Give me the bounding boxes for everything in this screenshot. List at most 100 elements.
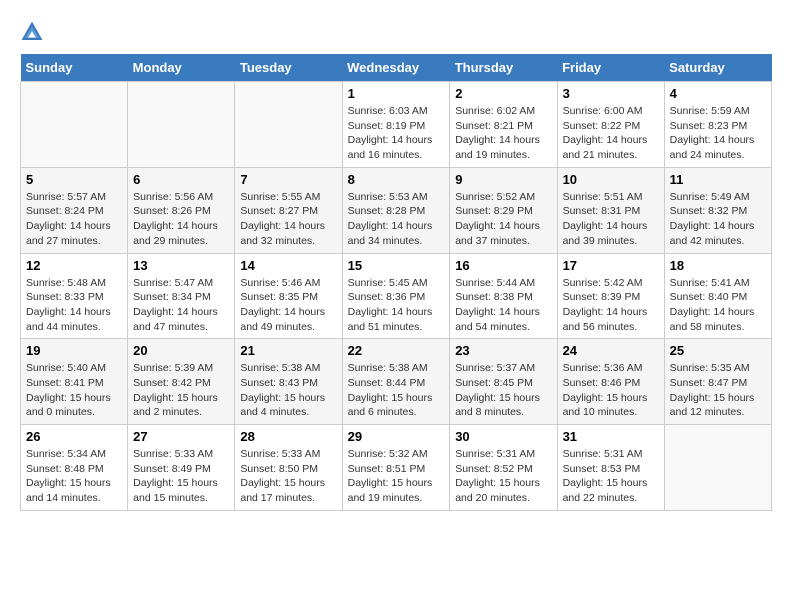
logo [20,20,48,44]
day-number: 7 [240,172,336,187]
day-number: 6 [133,172,229,187]
day-number: 11 [670,172,766,187]
calendar-cell: 9 Sunrise: 5:52 AM Sunset: 8:29 PM Daylig… [450,167,557,253]
day-info: Sunrise: 5:44 AM Sunset: 8:38 PM Dayligh… [455,276,551,335]
day-info: Sunrise: 5:38 AM Sunset: 8:43 PM Dayligh… [240,361,336,420]
page-header [20,20,772,44]
calendar-cell: 16Sunrise: 5:44 AM Sunset: 8:38 PM Dayli… [450,253,557,339]
day-info: Sunrise: 5:55 AM Sunset: 8:27 PM Dayligh… [240,190,336,249]
calendar-cell: 17 Sunrise: 5:42 AM Sunset: 8:39 PM Dayli… [557,253,664,339]
day-header-wednesday: Wednesday [342,54,450,82]
day-number: 18 [670,258,766,273]
calendar-cell: 18 Sunrise: 5:41 AM Sunset: 8:40 PM Dayli… [664,253,771,339]
day-number: 29 [348,429,445,444]
calendar-cell: 10 Sunrise: 5:51 AM Sunset: 8:31 PM Dayli… [557,167,664,253]
day-number: 21 [240,343,336,358]
day-number: 9 [455,172,551,187]
day-number: 14 [240,258,336,273]
day-number: 3 [563,86,659,101]
day-info: Sunrise: 5:40 AM Sunset: 8:41 PM Dayligh… [26,361,122,420]
calendar-cell: 7 Sunrise: 5:55 AM Sunset: 8:27 PM Daylig… [235,167,342,253]
calendar-cell [235,82,342,168]
day-info: Sunrise: 5:31 AM Sunset: 8:53 PM Dayligh… [563,447,659,506]
day-info: Sunrise: 5:39 AM Sunset: 8:42 PM Dayligh… [133,361,229,420]
day-number: 2 [455,86,551,101]
day-info: Sunrise: 5:47 AM Sunset: 8:34 PM Dayligh… [133,276,229,335]
day-header-sunday: Sunday [21,54,128,82]
calendar-cell: 3Sunrise: 6:00 AM Sunset: 8:22 PM Daylig… [557,82,664,168]
day-number: 31 [563,429,659,444]
day-number: 17 [563,258,659,273]
day-info: Sunrise: 5:37 AM Sunset: 8:45 PM Dayligh… [455,361,551,420]
day-info: Sunrise: 5:35 AM Sunset: 8:47 PM Dayligh… [670,361,766,420]
day-info: Sunrise: 5:33 AM Sunset: 8:49 PM Dayligh… [133,447,229,506]
calendar-cell: 31 Sunrise: 5:31 AM Sunset: 8:53 PM Dayli… [557,425,664,511]
calendar-header-row: SundayMondayTuesdayWednesdayThursdayFrid… [21,54,772,82]
day-number: 10 [563,172,659,187]
day-info: Sunrise: 5:53 AM Sunset: 8:28 PM Dayligh… [348,190,445,249]
calendar-week-row: 26Sunrise: 5:34 AM Sunset: 8:48 PM Dayli… [21,425,772,511]
calendar-cell: 1 Sunrise: 6:03 AM Sunset: 8:19 PM Daylig… [342,82,450,168]
day-info: Sunrise: 6:03 AM Sunset: 8:19 PM Dayligh… [348,104,445,163]
calendar-cell: 11Sunrise: 5:49 AM Sunset: 8:32 PM Dayli… [664,167,771,253]
calendar-cell: 26Sunrise: 5:34 AM Sunset: 8:48 PM Dayli… [21,425,128,511]
day-info: Sunrise: 5:56 AM Sunset: 8:26 PM Dayligh… [133,190,229,249]
day-info: Sunrise: 5:57 AM Sunset: 8:24 PM Dayligh… [26,190,122,249]
day-header-monday: Monday [128,54,235,82]
day-number: 27 [133,429,229,444]
day-number: 28 [240,429,336,444]
day-number: 30 [455,429,551,444]
day-info: Sunrise: 5:34 AM Sunset: 8:48 PM Dayligh… [26,447,122,506]
day-info: Sunrise: 5:42 AM Sunset: 8:39 PM Dayligh… [563,276,659,335]
day-number: 5 [26,172,122,187]
calendar-cell: 6 Sunrise: 5:56 AM Sunset: 8:26 PM Daylig… [128,167,235,253]
day-number: 20 [133,343,229,358]
day-info: Sunrise: 5:51 AM Sunset: 8:31 PM Dayligh… [563,190,659,249]
calendar-cell: 4Sunrise: 5:59 AM Sunset: 8:23 PM Daylig… [664,82,771,168]
day-info: Sunrise: 5:32 AM Sunset: 8:51 PM Dayligh… [348,447,445,506]
day-number: 25 [670,343,766,358]
calendar-cell [128,82,235,168]
calendar-cell: 21 Sunrise: 5:38 AM Sunset: 8:43 PM Dayli… [235,339,342,425]
day-info: Sunrise: 5:45 AM Sunset: 8:36 PM Dayligh… [348,276,445,335]
day-info: Sunrise: 6:02 AM Sunset: 8:21 PM Dayligh… [455,104,551,163]
day-number: 22 [348,343,445,358]
day-number: 13 [133,258,229,273]
calendar-body: 1 Sunrise: 6:03 AM Sunset: 8:19 PM Daylig… [21,82,772,511]
calendar-cell [664,425,771,511]
calendar-cell: 28 Sunrise: 5:33 AM Sunset: 8:50 PM Dayli… [235,425,342,511]
day-header-friday: Friday [557,54,664,82]
day-info: Sunrise: 5:46 AM Sunset: 8:35 PM Dayligh… [240,276,336,335]
calendar-week-row: 19Sunrise: 5:40 AM Sunset: 8:41 PM Dayli… [21,339,772,425]
calendar-cell: 24 Sunrise: 5:36 AM Sunset: 8:46 PM Dayli… [557,339,664,425]
calendar-cell: 14 Sunrise: 5:46 AM Sunset: 8:35 PM Dayli… [235,253,342,339]
calendar-cell: 19Sunrise: 5:40 AM Sunset: 8:41 PM Dayli… [21,339,128,425]
day-info: Sunrise: 5:41 AM Sunset: 8:40 PM Dayligh… [670,276,766,335]
calendar-cell: 27 Sunrise: 5:33 AM Sunset: 8:49 PM Dayli… [128,425,235,511]
day-number: 12 [26,258,122,273]
day-number: 24 [563,343,659,358]
day-info: Sunrise: 5:33 AM Sunset: 8:50 PM Dayligh… [240,447,336,506]
day-info: Sunrise: 5:48 AM Sunset: 8:33 PM Dayligh… [26,276,122,335]
calendar-cell [21,82,128,168]
calendar-cell: 25 Sunrise: 5:35 AM Sunset: 8:47 PM Dayli… [664,339,771,425]
calendar-week-row: 12 Sunrise: 5:48 AM Sunset: 8:33 PM Dayli… [21,253,772,339]
day-info: Sunrise: 5:36 AM Sunset: 8:46 PM Dayligh… [563,361,659,420]
day-info: Sunrise: 5:31 AM Sunset: 8:52 PM Dayligh… [455,447,551,506]
day-number: 1 [348,86,445,101]
day-header-tuesday: Tuesday [235,54,342,82]
calendar-table: SundayMondayTuesdayWednesdayThursdayFrid… [20,54,772,511]
logo-icon [20,20,44,44]
calendar-cell: 5 Sunrise: 5:57 AM Sunset: 8:24 PM Daylig… [21,167,128,253]
calendar-cell: 12 Sunrise: 5:48 AM Sunset: 8:33 PM Dayli… [21,253,128,339]
calendar-week-row: 1 Sunrise: 6:03 AM Sunset: 8:19 PM Daylig… [21,82,772,168]
day-info: Sunrise: 5:59 AM Sunset: 8:23 PM Dayligh… [670,104,766,163]
calendar-cell: 23 Sunrise: 5:37 AM Sunset: 8:45 PM Dayli… [450,339,557,425]
calendar-cell: 30 Sunrise: 5:31 AM Sunset: 8:52 PM Dayli… [450,425,557,511]
day-info: Sunrise: 5:52 AM Sunset: 8:29 PM Dayligh… [455,190,551,249]
calendar-cell: 20 Sunrise: 5:39 AM Sunset: 8:42 PM Dayli… [128,339,235,425]
calendar-cell: 22Sunrise: 5:38 AM Sunset: 8:44 PM Dayli… [342,339,450,425]
calendar-cell: 8Sunrise: 5:53 AM Sunset: 8:28 PM Daylig… [342,167,450,253]
day-number: 23 [455,343,551,358]
calendar-week-row: 5 Sunrise: 5:57 AM Sunset: 8:24 PM Daylig… [21,167,772,253]
